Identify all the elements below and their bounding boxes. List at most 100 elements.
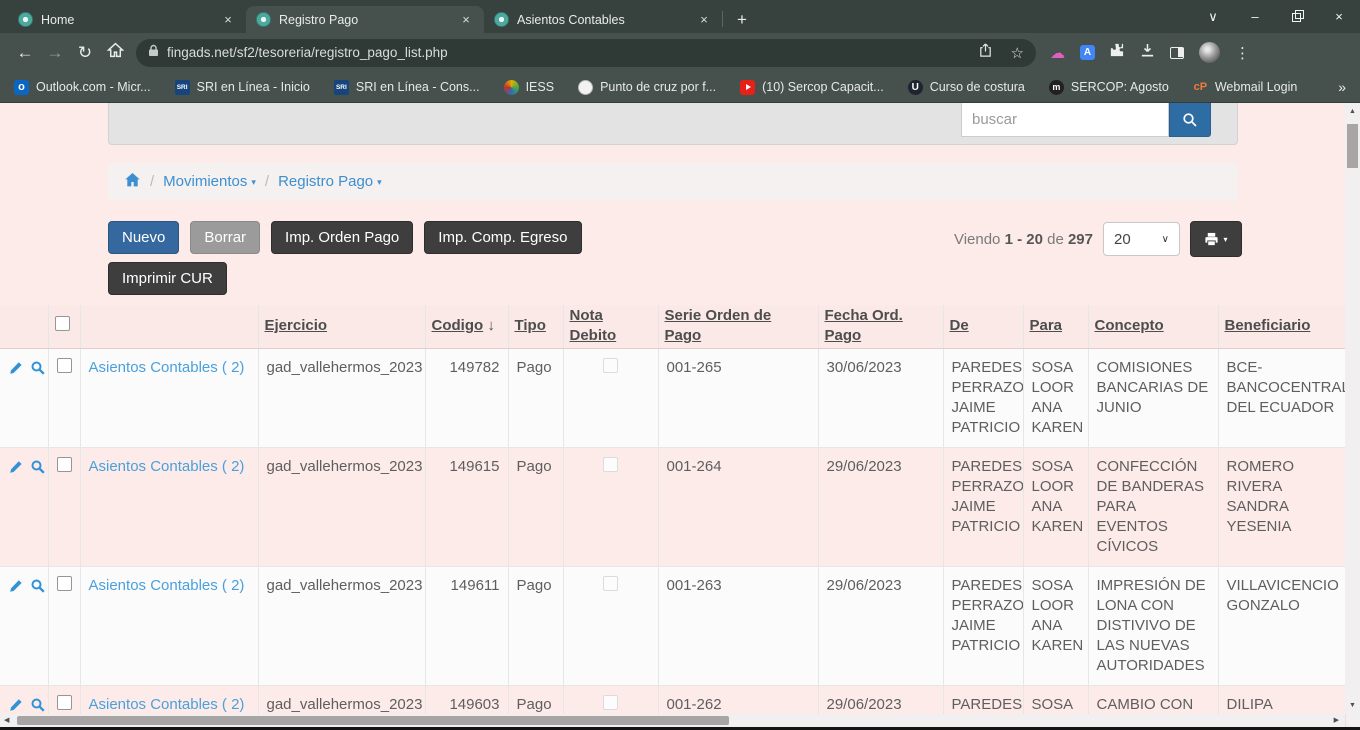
header-para[interactable]: Para: [1023, 305, 1088, 348]
paging-text: Viendo 1 - 20 de 297: [954, 231, 1093, 248]
search-input[interactable]: [961, 103, 1169, 137]
header-ejercicio[interactable]: Ejercicio: [258, 305, 425, 348]
asientos-contables-link[interactable]: Asientos Contables ( 2): [89, 577, 245, 594]
select-all-checkbox[interactable]: [55, 316, 70, 331]
nuevo-button[interactable]: Nuevo: [108, 221, 179, 254]
forward-icon[interactable]: →: [40, 43, 70, 63]
new-tab-button[interactable]: +: [729, 7, 755, 33]
bookmark-sri-consultas[interactable]: SRISRI en Línea - Cons...: [334, 80, 480, 95]
header-beneficiario[interactable]: Beneficiario: [1218, 305, 1345, 348]
tab-home[interactable]: Home ×: [8, 6, 246, 33]
serie-cell: 001-263: [658, 566, 818, 685]
header-concepto[interactable]: Concepto: [1088, 305, 1218, 348]
youtube-icon: [740, 80, 755, 95]
downloads-icon[interactable]: [1140, 43, 1155, 63]
edit-icon[interactable]: [8, 579, 30, 596]
edit-icon[interactable]: [8, 698, 30, 715]
edit-icon[interactable]: [8, 361, 30, 378]
header-fecha[interactable]: Fecha Ord. Pago: [818, 305, 943, 348]
imp-comp-egreso-button[interactable]: Imp. Comp. Egreso: [424, 221, 581, 254]
concepto-cell: CONFECCIÓN DE BANDERAS PARA EVENTOS CÍVI…: [1088, 447, 1218, 566]
scroll-left-icon[interactable]: ◀: [4, 716, 9, 724]
concepto-cell: IMPRESIÓN DE LONA CON DISTIVIVO DE LAS N…: [1088, 566, 1218, 685]
scrollbar-corner: [1345, 714, 1360, 727]
header-nota-debito[interactable]: Nota Debito: [563, 305, 658, 348]
tab-title: Home: [41, 13, 212, 27]
address-bar[interactable]: fingads.net/sf2/tesoreria/registro_pago_…: [136, 39, 1036, 67]
page-size-select[interactable]: 20 ∨: [1103, 222, 1180, 256]
imp-orden-pago-button[interactable]: Imp. Orden Pago: [271, 221, 413, 254]
bookmark-sri-inicio[interactable]: SRISRI en Línea - Inicio: [175, 80, 310, 95]
translate-icon[interactable]: A: [1080, 45, 1095, 60]
cloud-extension-icon[interactable]: ☁: [1050, 44, 1065, 62]
vertical-scroll-thumb[interactable]: [1347, 124, 1358, 168]
side-panel-icon[interactable]: [1170, 47, 1184, 59]
reload-icon[interactable]: ↻: [70, 43, 100, 63]
row-checkbox[interactable]: [57, 358, 72, 373]
registro-pago-table: Ejercicio Codigo ↓ Tipo Nota Debito Seri…: [0, 305, 1345, 730]
bookmark-iess[interactable]: IESS: [504, 80, 555, 95]
vertical-scrollbar[interactable]: ▲ ▼: [1345, 103, 1360, 714]
scroll-up-icon[interactable]: ▲: [1345, 108, 1360, 115]
tab-asientos-contables[interactable]: Asientos Contables ×: [484, 6, 722, 33]
home-icon[interactable]: [124, 172, 141, 192]
tab-separator: [722, 11, 723, 27]
minimize-icon[interactable]: –: [1234, 0, 1276, 33]
ejercicio-cell: gad_vallehermos_2023: [258, 348, 425, 447]
bookmark-curso-costura[interactable]: UCurso de costura: [908, 80, 1025, 95]
view-icon[interactable]: [30, 460, 48, 477]
view-icon[interactable]: [30, 361, 48, 378]
site-favicon: [494, 12, 509, 27]
header-codigo[interactable]: Codigo ↓: [425, 305, 508, 348]
breadcrumb-registro-pago[interactable]: Registro Pago▾: [278, 173, 382, 190]
restore-icon[interactable]: [1276, 0, 1318, 33]
header-serie[interactable]: Serie Orden de Pago: [658, 305, 818, 348]
scroll-right-icon[interactable]: ▶: [1334, 716, 1339, 724]
lock-icon[interactable]: [148, 44, 159, 62]
outlook-icon: o: [14, 80, 29, 95]
horizontal-scroll-thumb[interactable]: [17, 716, 729, 725]
site-favicon: [18, 12, 33, 27]
row-checkbox[interactable]: [57, 576, 72, 591]
header-de[interactable]: De: [943, 305, 1023, 348]
window-close-icon[interactable]: ×: [1318, 0, 1360, 33]
close-tab-icon[interactable]: ×: [458, 12, 474, 28]
row-checkbox[interactable]: [57, 695, 72, 710]
horizontal-scrollbar[interactable]: ◀ ▶: [0, 714, 1345, 727]
concepto-cell: COMISIONES BANCARIAS DE JUNIO: [1088, 348, 1218, 447]
profile-avatar[interactable]: [1199, 42, 1220, 63]
share-icon[interactable]: [978, 43, 993, 63]
nota-debito-cell: [563, 566, 658, 685]
bookmark-outlook[interactable]: oOutlook.com - Micr...: [14, 80, 151, 95]
bookmark-sercop-agosto[interactable]: mSERCOP: Agosto: [1049, 80, 1169, 95]
bookmark-punto-de-cruz[interactable]: Punto de cruz por f...: [578, 80, 716, 95]
bookmark-sercop-youtube[interactable]: (10) Sercop Capacit...: [740, 80, 884, 95]
edit-icon[interactable]: [8, 460, 30, 477]
borrar-button[interactable]: Borrar: [190, 221, 260, 254]
scroll-down-icon[interactable]: ▼: [1345, 702, 1360, 709]
imprimir-cur-button[interactable]: Imprimir CUR: [108, 262, 227, 295]
bookmark-star-icon[interactable]: ☆: [1011, 44, 1024, 62]
tab-search-icon[interactable]: ∨: [1192, 0, 1234, 33]
bookmark-webmail[interactable]: cPWebmail Login: [1193, 80, 1297, 95]
curso-icon: U: [908, 80, 923, 95]
tab-registro-pago[interactable]: Registro Pago ×: [246, 6, 484, 33]
view-icon[interactable]: [30, 698, 48, 715]
print-button[interactable]: ▾: [1190, 221, 1242, 257]
header-tipo[interactable]: Tipo: [508, 305, 563, 348]
asientos-contables-link[interactable]: Asientos Contables ( 2): [89, 359, 245, 376]
close-tab-icon[interactable]: ×: [220, 12, 236, 28]
back-icon[interactable]: ←: [10, 43, 40, 63]
row-checkbox[interactable]: [57, 457, 72, 472]
browser-home-icon[interactable]: [100, 42, 130, 64]
extensions-puzzle-icon[interactable]: [1110, 43, 1125, 63]
asientos-cell: Asientos Contables ( 2): [80, 566, 258, 685]
view-icon[interactable]: [30, 579, 48, 596]
asientos-contables-link[interactable]: Asientos Contables ( 2): [89, 458, 245, 475]
browser-menu-icon[interactable]: ⋮: [1235, 44, 1250, 62]
asientos-contables-link[interactable]: Asientos Contables ( 2): [89, 696, 245, 713]
close-tab-icon[interactable]: ×: [696, 12, 712, 28]
search-button[interactable]: [1169, 103, 1211, 137]
bookmarks-overflow-icon[interactable]: »: [1338, 79, 1346, 95]
breadcrumb-movimientos[interactable]: Movimientos▾: [163, 173, 256, 190]
